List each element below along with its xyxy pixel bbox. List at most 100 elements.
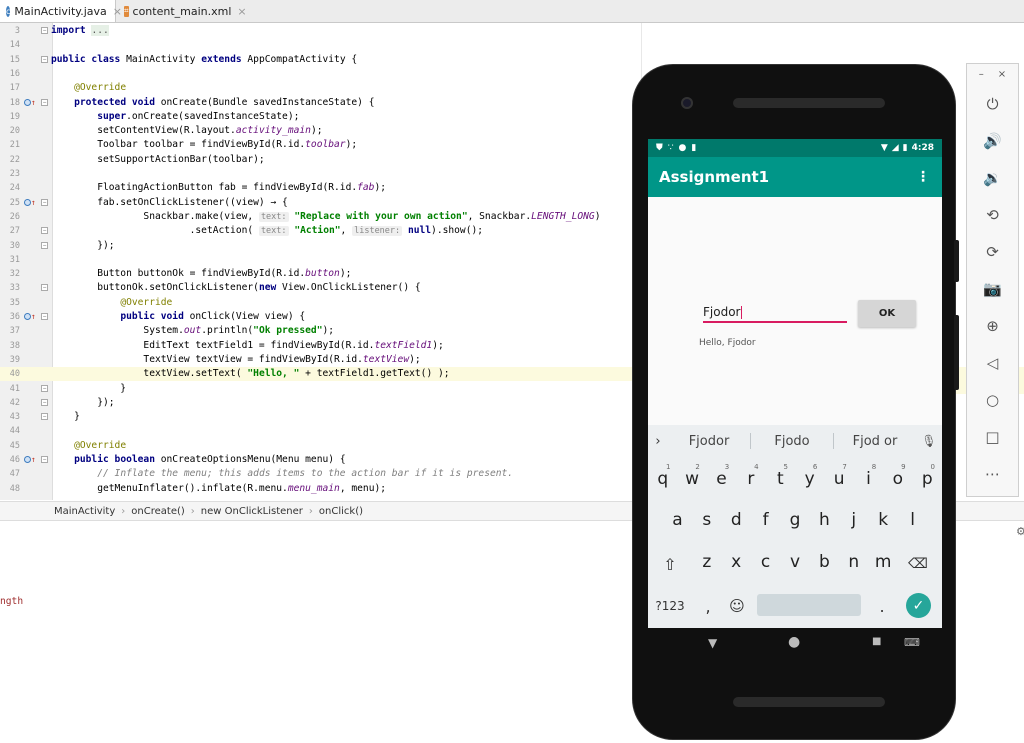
- home-icon[interactable]: ○: [967, 385, 1018, 415]
- space-bar[interactable]: [757, 594, 861, 616]
- suggestion-3[interactable]: Fjod or: [834, 434, 916, 449]
- suggestion-2[interactable]: Fjodo: [751, 434, 833, 449]
- override-marker-icon[interactable]: [24, 198, 31, 206]
- code-text: System.out.println("Ok pressed");: [51, 325, 335, 337]
- key-g[interactable]: g: [780, 502, 809, 538]
- volume-down-icon[interactable]: 🔉: [967, 163, 1018, 193]
- key-o[interactable]: o9: [883, 461, 912, 497]
- code-text: Toolbar toolbar = findViewById(R.id.tool…: [51, 139, 358, 151]
- line-number: 19: [9, 111, 20, 122]
- back-triangle-icon[interactable]: ▼: [708, 636, 717, 650]
- zoom-icon[interactable]: ⊕: [967, 311, 1018, 341]
- key-a[interactable]: a: [663, 502, 692, 538]
- code-line[interactable]: 3 − import ...: [0, 24, 1024, 38]
- key-c[interactable]: c: [751, 544, 780, 580]
- fold-toggle-icon[interactable]: −: [41, 241, 48, 249]
- minimize-icon[interactable]: –: [979, 69, 984, 80]
- enter-check-icon[interactable]: ✓: [906, 593, 931, 618]
- result-text: Hello, Fjodor: [699, 338, 756, 348]
- overview-icon[interactable]: □: [967, 422, 1018, 452]
- volume-up-icon[interactable]: 🔊: [967, 126, 1018, 156]
- key-z[interactable]: z: [692, 544, 721, 580]
- fold-toggle-icon[interactable]: −: [41, 456, 48, 463]
- breadcrumb-item[interactable]: onCreate(): [131, 506, 185, 517]
- key-f[interactable]: f: [751, 502, 780, 538]
- console-text: ngth: [0, 596, 24, 607]
- back-icon[interactable]: ◁: [967, 348, 1018, 378]
- key-q[interactable]: q1: [648, 461, 677, 497]
- emoji-icon[interactable]: ☺: [726, 593, 748, 619]
- gear-icon[interactable]: ⚙: [1016, 525, 1024, 538]
- key-u[interactable]: u7: [824, 461, 853, 497]
- sd-card-icon: ▮: [691, 143, 697, 153]
- period-key[interactable]: .: [872, 593, 892, 619]
- shift-icon[interactable]: ⇧: [654, 549, 686, 579]
- key-label: r: [747, 469, 755, 489]
- camera-icon[interactable]: 📷: [967, 274, 1018, 304]
- key-b[interactable]: b: [810, 544, 839, 580]
- code-text: setSupportActionBar(toolbar);: [51, 153, 265, 165]
- fold-toggle-icon[interactable]: −: [41, 284, 48, 292]
- home-circle-icon[interactable]: ●: [788, 634, 800, 650]
- key-r[interactable]: r4: [736, 461, 765, 497]
- ok-button[interactable]: OK: [858, 300, 916, 327]
- fold-toggle-icon[interactable]: −: [41, 227, 48, 235]
- chevron-right-icon[interactable]: ›: [648, 434, 668, 449]
- breadcrumb-item[interactable]: onClick(): [319, 506, 363, 517]
- line-number: 33: [9, 283, 20, 294]
- fold-toggle-icon[interactable]: −: [41, 313, 48, 320]
- line-number: 39: [9, 354, 20, 365]
- override-marker-icon[interactable]: [24, 456, 31, 463]
- key-n[interactable]: n: [839, 544, 868, 580]
- keyboard-icon[interactable]: ⌨: [904, 636, 920, 649]
- line-number: 31: [9, 254, 20, 265]
- key-label: l: [910, 510, 915, 530]
- key-h[interactable]: h: [810, 502, 839, 538]
- key-i[interactable]: i8: [854, 461, 883, 497]
- name-text-field[interactable]: Fjodor: [703, 301, 847, 323]
- fold-toggle-icon[interactable]: −: [41, 384, 48, 392]
- fold-toggle-icon[interactable]: −: [41, 413, 48, 421]
- fold-toggle-icon[interactable]: −: [41, 98, 48, 106]
- key-m[interactable]: m: [868, 544, 897, 580]
- symbols-key[interactable]: ?123: [652, 595, 688, 617]
- override-marker-icon[interactable]: [24, 98, 31, 106]
- code-line[interactable]: 14: [0, 38, 1024, 52]
- rotate-right-icon[interactable]: ⟳: [967, 237, 1018, 267]
- key-label: c: [760, 552, 771, 572]
- fold-toggle-icon[interactable]: −: [41, 198, 48, 206]
- microphone-icon[interactable]: 🎙: [916, 434, 942, 448]
- comma-key[interactable]: ,: [698, 593, 718, 619]
- more-icon[interactable]: ⋯: [967, 459, 1018, 489]
- power-icon[interactable]: ⏻: [967, 89, 1018, 119]
- close-icon[interactable]: ×: [998, 69, 1006, 80]
- backspace-icon[interactable]: ⌫: [902, 549, 934, 579]
- fold-toggle-icon[interactable]: −: [41, 55, 48, 63]
- key-s[interactable]: s: [692, 502, 721, 538]
- recents-square-icon[interactable]: ■: [872, 636, 881, 647]
- breadcrumb-item[interactable]: MainActivity: [54, 506, 115, 517]
- key-j[interactable]: j: [839, 502, 868, 538]
- key-k[interactable]: k: [868, 502, 897, 538]
- key-y[interactable]: y6: [795, 461, 824, 497]
- key-w[interactable]: w2: [677, 461, 706, 497]
- suggestion-1[interactable]: Fjodor: [668, 434, 750, 449]
- fold-toggle-icon[interactable]: −: [41, 27, 48, 34]
- tab-content-main-xml[interactable]: ⌗ content_main.xml ×: [118, 0, 247, 22]
- key-t[interactable]: t5: [766, 461, 795, 497]
- overflow-menu-icon[interactable]: ⋮: [916, 169, 930, 185]
- tab-mainactivity-java[interactable]: c MainActivity.java ×: [0, 0, 122, 22]
- key-hint: 0: [930, 463, 935, 471]
- key-x[interactable]: x: [722, 544, 751, 580]
- close-icon[interactable]: ×: [237, 5, 246, 18]
- key-v[interactable]: v: [780, 544, 809, 580]
- key-l[interactable]: l: [898, 502, 927, 538]
- rotate-left-icon[interactable]: ⟲: [967, 200, 1018, 230]
- key-e[interactable]: e3: [707, 461, 736, 497]
- breadcrumb-item[interactable]: new OnClickListener: [201, 506, 303, 517]
- key-d[interactable]: d: [722, 502, 751, 538]
- fold-toggle-icon[interactable]: −: [41, 398, 48, 406]
- override-marker-icon[interactable]: [24, 313, 31, 320]
- key-p[interactable]: p0: [913, 461, 942, 497]
- line-number: 38: [9, 340, 20, 351]
